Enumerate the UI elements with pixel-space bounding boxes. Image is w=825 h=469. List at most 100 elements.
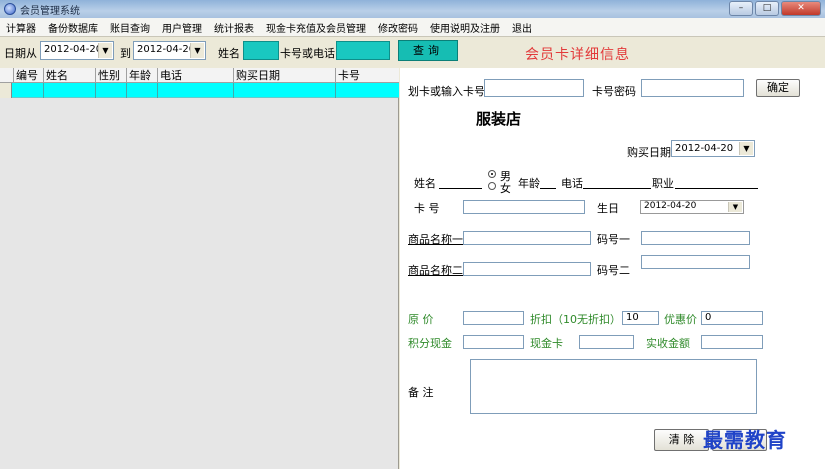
birthday-value: 2012-04-20 — [644, 201, 697, 211]
remarks-label: 备 注 — [408, 386, 434, 399]
row-selector[interactable] — [0, 83, 12, 98]
search-toolbar: 日期从 2012-04-20 ▼ 到 2012-04-20 ▼ 姓名 卡号或电话… — [0, 37, 825, 67]
original-price-label: 原 价 — [408, 313, 434, 326]
sale-price-label: 优惠价 — [664, 313, 697, 326]
date-to-picker[interactable]: 2012-04-20 ▼ — [133, 41, 206, 60]
card-number-input[interactable] — [484, 79, 584, 97]
column-header-purchase-date[interactable]: 购买日期 — [233, 68, 335, 83]
size1-label: 码号一 — [597, 233, 630, 246]
amount-received-input[interactable] — [701, 335, 763, 349]
phone-label: 电话 — [561, 177, 583, 190]
menu-change-password[interactable]: 修改密码 — [378, 20, 418, 35]
name-search-input[interactable] — [243, 41, 279, 60]
window-controls: – □ ✕ — [729, 1, 821, 16]
sale-price-value: 0 — [705, 312, 712, 323]
card-phone-label: 卡号或电话 — [280, 47, 335, 60]
date-from-value: 2012-04-20 — [44, 44, 103, 55]
name-label: 姓名 — [414, 177, 436, 190]
date-to-label: 到 — [120, 47, 131, 60]
table-cell-divider — [43, 83, 44, 98]
column-header-name[interactable]: 姓名 — [43, 68, 95, 83]
swipe-card-label: 划卡或输入卡号 — [408, 85, 485, 98]
sale-price-input[interactable]: 0 — [701, 311, 763, 325]
column-header-phone[interactable]: 电话 — [157, 68, 233, 83]
date-from-label: 日期从 — [4, 47, 37, 60]
purchase-date-label: 购买日期 — [627, 146, 671, 159]
table-cell-divider — [335, 83, 336, 98]
product2-label: 商品名称二 — [408, 264, 463, 277]
date-from-picker[interactable]: 2012-04-20 ▼ — [40, 41, 114, 60]
menu-user-management[interactable]: 用户管理 — [162, 20, 202, 35]
column-header-age[interactable]: 年龄 — [126, 68, 157, 83]
date-to-value: 2012-04-20 — [137, 44, 196, 55]
table-row[interactable] — [0, 83, 399, 98]
menu-backup-database[interactable]: 备份数据库 — [48, 20, 98, 35]
birthday-label: 生日 — [597, 202, 619, 215]
amount-received-label: 实收金额 — [646, 337, 690, 350]
menu-statistics-report[interactable]: 统计报表 — [214, 20, 254, 35]
chevron-down-icon[interactable]: ▼ — [739, 142, 753, 155]
watermark-logo: 最需教育 — [703, 428, 787, 452]
age-underline-input[interactable] — [540, 188, 556, 189]
chevron-down-icon[interactable]: ▼ — [98, 43, 112, 58]
column-header-card-number[interactable]: 卡号 — [335, 68, 399, 83]
product1-label: 商品名称一 — [408, 233, 463, 246]
card-label: 卡 号 — [414, 202, 440, 215]
product1-input[interactable] — [463, 231, 591, 245]
size2-input[interactable] — [641, 255, 750, 269]
discount-label: 折扣（10无折扣） — [530, 313, 621, 326]
chevron-down-icon[interactable]: ▼ — [190, 43, 204, 58]
purchase-date-picker[interactable]: 2012-04-20 ▼ — [671, 140, 755, 157]
chevron-down-icon[interactable]: ▼ — [728, 202, 742, 212]
card-password-label: 卡号密码 — [592, 85, 636, 98]
member-detail-panel: 划卡或输入卡号 卡号密码 确定 服装店 购买日期 2012-04-20 ▼ 姓名… — [400, 68, 825, 469]
name-label: 姓名 — [218, 47, 240, 60]
window-title: 会员管理系统 — [20, 5, 80, 17]
table-cell-divider — [233, 83, 234, 98]
occupation-label: 职业 — [652, 177, 674, 190]
menu-bar: 计算器 备份数据库 账目查询 用户管理 统计报表 现金卡充值及会员管理 修改密码… — [0, 18, 825, 37]
phone-underline-input[interactable] — [583, 188, 651, 189]
name-underline-input[interactable] — [439, 188, 482, 189]
size1-input[interactable] — [641, 231, 750, 245]
remarks-textarea[interactable] — [470, 359, 757, 414]
card-phone-search-input[interactable] — [336, 41, 390, 60]
discount-input[interactable]: 10 — [622, 311, 659, 325]
query-button[interactable]: 查询 — [398, 40, 458, 61]
points-cash-label: 积分现金 — [408, 337, 452, 350]
table-cell-divider — [126, 83, 127, 98]
original-price-input[interactable] — [463, 311, 524, 325]
confirm-button[interactable]: 确定 — [756, 79, 800, 97]
product2-input[interactable] — [463, 262, 591, 276]
card-password-input[interactable] — [641, 79, 744, 97]
maximize-icon[interactable]: □ — [755, 1, 779, 16]
menu-exit[interactable]: 退出 — [512, 20, 532, 35]
minimize-icon[interactable]: – — [729, 1, 753, 16]
occupation-underline-input[interactable] — [675, 188, 758, 189]
purchase-date-value: 2012-04-20 — [675, 143, 734, 154]
member-card-detail-title: 会员卡详细信息 — [525, 47, 630, 63]
female-radio[interactable] — [488, 182, 496, 190]
cash-card-label: 现金卡 — [530, 337, 563, 350]
menu-cash-card-member[interactable]: 现金卡充值及会员管理 — [266, 20, 366, 35]
table-cell-divider — [95, 83, 96, 98]
column-header-gender[interactable]: 性别 — [95, 68, 126, 83]
table-cell-divider — [157, 83, 158, 98]
column-header-id[interactable]: 编号 — [13, 68, 43, 83]
card-field[interactable] — [463, 200, 585, 214]
store-name: 服装店 — [476, 110, 522, 128]
app-icon — [4, 3, 16, 15]
menu-calculator[interactable]: 计算器 — [6, 20, 36, 35]
cash-card-input[interactable] — [579, 335, 634, 349]
points-cash-input[interactable] — [463, 335, 524, 349]
menu-help-register[interactable]: 使用说明及注册 — [430, 20, 500, 35]
male-radio[interactable] — [488, 170, 496, 178]
close-icon[interactable]: ✕ — [781, 1, 821, 16]
grid-header: 编号 姓名 性别 年龄 电话 购买日期 卡号 — [0, 68, 399, 83]
female-label: 女 — [500, 182, 511, 195]
clear-button[interactable]: 清 除 — [654, 429, 709, 451]
menu-account-query[interactable]: 账目查询 — [110, 20, 150, 35]
title-bar: 会员管理系统 – □ ✕ — [0, 0, 825, 18]
member-grid[interactable]: 编号 姓名 性别 年龄 电话 购买日期 卡号 — [0, 68, 399, 469]
birthday-picker[interactable]: 2012-04-20 ▼ — [640, 200, 744, 214]
